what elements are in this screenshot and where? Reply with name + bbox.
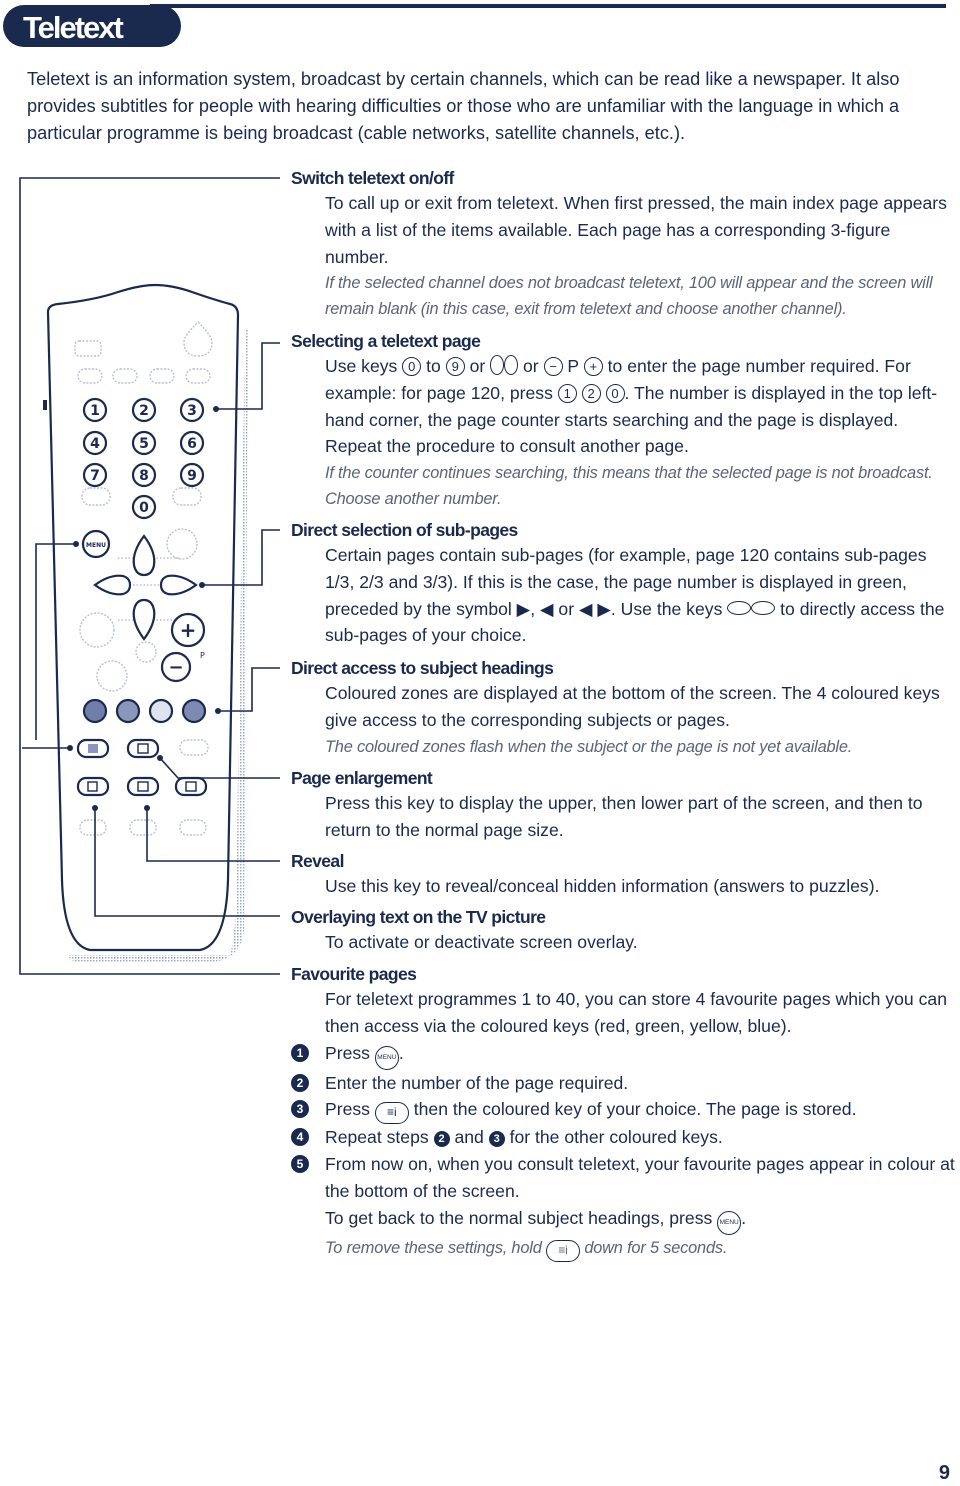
digit-label: 8 <box>139 468 149 484</box>
digit-label: 0 <box>139 500 149 516</box>
green-key <box>115 698 141 724</box>
section-select-page: Selecting a teletext page Use keys 0 to … <box>291 329 956 512</box>
step-number-icon: 5 <box>291 1155 309 1174</box>
step-item: 2 Enter the number of the page required. <box>291 1070 956 1097</box>
blue-key <box>181 698 207 724</box>
step-item: 3 Press ≡i then the coloured key of your … <box>291 1096 956 1125</box>
step-item: 5 From now on, when you consult teletext,… <box>291 1151 956 1205</box>
section-favourites: Favourite pages For teletext programmes … <box>291 962 956 1262</box>
yellow-key <box>148 698 174 724</box>
section-body: For teletext programmes 1 to 40, you can… <box>325 989 947 1036</box>
section-title: Direct selection of sub-pages <box>291 520 518 540</box>
digit-label: 5 <box>139 436 149 452</box>
cursor-up-icon <box>490 355 505 375</box>
program-p-label: P <box>200 651 205 660</box>
program-minus-label: − <box>168 657 183 678</box>
section-title: Overlaying text on the TV picture <box>291 907 546 927</box>
remote-control-illustration: 1 2 3 4 5 6 7 8 9 0 MENU + − P <box>19 177 280 975</box>
step-number-icon: 2 <box>291 1073 309 1092</box>
section-subject-headings: Direct access to subject headings Colour… <box>291 656 956 760</box>
key-0-icon: 0 <box>605 383 625 403</box>
red-key <box>82 698 108 724</box>
section-title: Reveal <box>291 851 344 871</box>
favourites-back-text: To get back to the normal subject headin… <box>325 1205 956 1235</box>
digit-label: 4 <box>90 436 100 452</box>
minus-key-icon: − <box>543 357 563 376</box>
page-number: 9 <box>938 1462 950 1484</box>
section-body: Certain pages contain sub-pages (for exa… <box>325 545 945 646</box>
section-body: Coloured zones are displayed at the bott… <box>325 683 940 730</box>
section-body: Use this key to reveal/conceal hidden in… <box>325 876 880 896</box>
teletext-index-key-icon: ≡i <box>374 1102 409 1125</box>
digit-label: 7 <box>90 468 100 484</box>
section-body: Press this key to display the upper, the… <box>325 793 923 840</box>
step-number-icon: 4 <box>291 1128 309 1147</box>
section-switch-teletext: Switch teletext on/off To call up or exi… <box>291 166 956 322</box>
section-overlay: Overlaying text on the TV picture To act… <box>291 905 956 956</box>
teletext-index-key <box>126 738 160 759</box>
digit-label: 6 <box>187 436 197 452</box>
cursor-right-icon <box>751 600 776 615</box>
digit-label: 9 <box>187 468 197 484</box>
section-body: Use keys 0 to 9 or or − P + to enter the… <box>325 355 938 457</box>
section-title: Favourite pages <box>291 964 417 984</box>
section-page-enlargement: Page enlargement Press this key to displ… <box>291 766 956 844</box>
favourites-steps: 1 Press MENU. 2 Enter the number of the pa… <box>291 1040 956 1205</box>
key-9-icon: 9 <box>445 357 465 376</box>
overlay-key <box>76 776 110 797</box>
step-ref-icon: 2 <box>433 1131 450 1148</box>
leader-switch <box>19 177 280 300</box>
section-note: If the selected channel does not broadca… <box>325 274 933 319</box>
step-ref-icon: 3 <box>488 1131 505 1148</box>
key-0-icon: 0 <box>402 357 422 376</box>
digit-label: 2 <box>139 403 149 419</box>
menu-key-icon: MENU <box>717 1210 742 1235</box>
section-body: To activate or deactivate screen overlay… <box>325 932 638 952</box>
teletext-index-key-icon: ≡i <box>545 1239 580 1262</box>
program-plus-label: + <box>180 618 197 642</box>
section-title: Selecting a teletext page <box>291 331 481 351</box>
plus-key-icon: + <box>583 357 603 376</box>
key-2-icon: 2 <box>581 383 601 403</box>
enlarge-key <box>174 776 208 797</box>
section-title: Direct access to subject headings <box>291 658 554 678</box>
step-number-icon: 1 <box>291 1043 309 1062</box>
digit-label: 3 <box>187 403 197 419</box>
section-body: To call up or exit from teletext. When f… <box>325 193 947 267</box>
section-title: Switch teletext on/off <box>291 168 454 188</box>
menu-key-icon: MENU <box>374 1045 399 1070</box>
section-title: Page enlargement <box>291 768 433 788</box>
section-note: If the counter continues searching, this… <box>325 464 933 509</box>
reveal-key <box>126 776 160 797</box>
menu-key-label: MENU <box>86 542 106 549</box>
step-number-icon: 3 <box>291 1100 309 1119</box>
key-1-icon: 1 <box>557 383 577 403</box>
favourites-note: To remove these settings, hold ≡i down f… <box>325 1235 956 1262</box>
remote-side-switch <box>43 400 47 410</box>
step-item: 1 Press MENU. <box>291 1040 956 1070</box>
section-subpages: Direct selection of sub-pages Certain pa… <box>291 518 956 649</box>
cursor-left-icon <box>727 600 752 615</box>
step-item: 4 Repeat steps 2 and 3 for the other colo… <box>291 1124 956 1151</box>
section-reveal: Reveal Use this key to reveal/conceal hi… <box>291 849 956 900</box>
cursor-down-icon <box>504 355 519 375</box>
section-note: The coloured zones flash when the subjec… <box>325 737 853 756</box>
digit-label: 1 <box>90 403 100 419</box>
